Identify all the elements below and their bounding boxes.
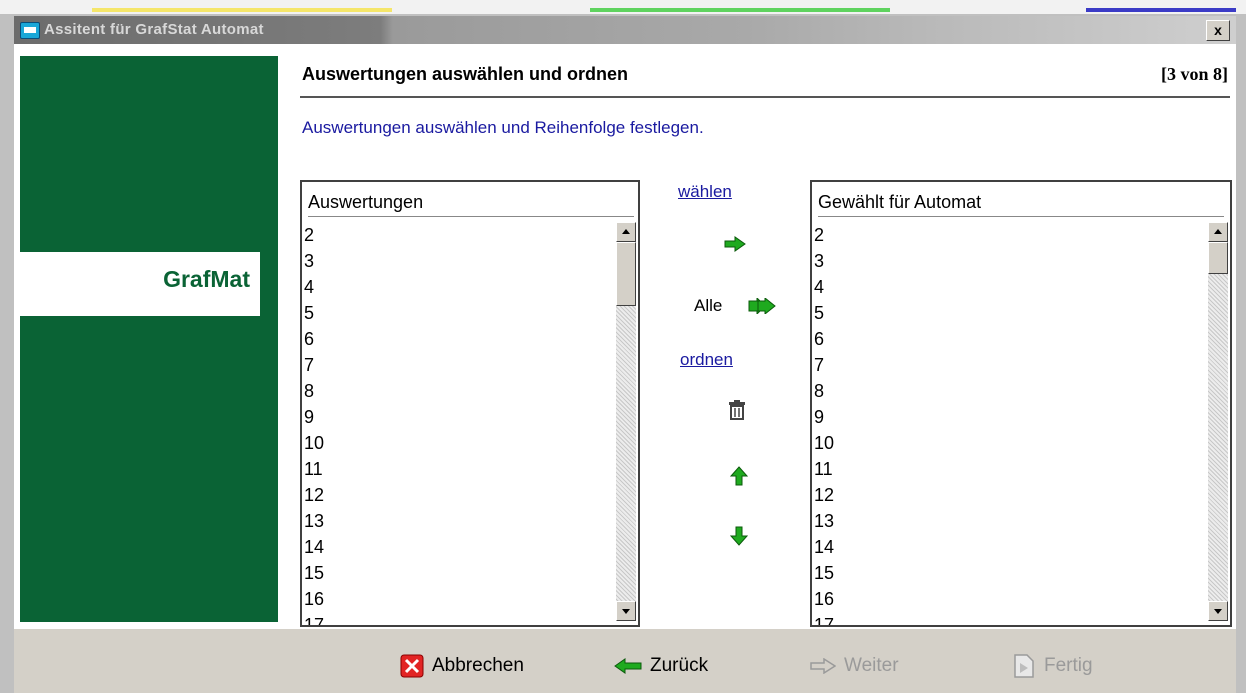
list-item[interactable]: 15	[304, 560, 614, 586]
scroll-thumb[interactable]	[1208, 242, 1228, 274]
desktop-strip-blue	[1086, 8, 1236, 12]
scroll-down-button[interactable]	[1208, 601, 1228, 621]
app-icon	[20, 22, 40, 39]
list-item[interactable]: 10	[814, 430, 1204, 456]
list-item[interactable]: 2	[814, 222, 1204, 248]
next-label: Weiter	[844, 655, 899, 676]
list-item[interactable]: 6	[304, 326, 614, 352]
list-item[interactable]: 17	[814, 612, 1204, 625]
finish-label: Fertig	[1044, 655, 1093, 676]
brand-label: GrafMat	[163, 266, 250, 292]
back-label: Zurück	[650, 655, 709, 676]
list-item[interactable]: 12	[304, 482, 614, 508]
cancel-button[interactable]: Abbrechen	[400, 653, 524, 679]
document-icon	[1014, 654, 1034, 678]
select-link[interactable]: wählen	[678, 182, 732, 202]
list-item[interactable]: 3	[814, 248, 1204, 274]
list-item[interactable]: 5	[304, 300, 614, 326]
list-item[interactable]: 2	[304, 222, 614, 248]
selected-list-items: 2 3 4 5 6 7 8 9 10 11 12 13 14 15 16 17	[814, 222, 1204, 625]
list-item[interactable]: 4	[814, 274, 1204, 300]
arrow-right-icon	[724, 236, 746, 252]
desktop-strip-green	[590, 8, 890, 12]
selected-list[interactable]: Gewählt für Automat 2 3 4 5 6 7 8 9 10 11 12 13 14 15…	[810, 180, 1232, 627]
cancel-label: Abbrechen	[432, 655, 524, 676]
list-item[interactable]: 4	[304, 274, 614, 300]
list-item[interactable]: 16	[814, 586, 1204, 612]
scroll-up-button[interactable]	[1208, 222, 1228, 242]
add-selected-button[interactable]	[724, 236, 746, 257]
back-button[interactable]: Zurück	[614, 653, 708, 679]
close-button[interactable]: x	[1206, 20, 1230, 41]
step-counter: [3 von 8]	[1161, 64, 1228, 84]
next-button[interactable]: Weiter	[810, 653, 899, 679]
sidebar-panel: GrafMat	[20, 56, 278, 622]
list-item[interactable]: 8	[304, 378, 614, 404]
list-item[interactable]: 8	[814, 378, 1204, 404]
list-item[interactable]: 10	[304, 430, 614, 456]
list-item[interactable]: 17	[304, 612, 614, 625]
list-item[interactable]: 13	[814, 508, 1204, 534]
available-list-header: Auswertungen	[308, 188, 634, 217]
order-link[interactable]: ordnen	[680, 350, 733, 370]
footer-bar: Abbrechen Zurück Weiter Fertig	[14, 628, 1236, 693]
double-arrow-right-icon	[748, 296, 776, 316]
list-item[interactable]: 3	[304, 248, 614, 274]
move-up-button[interactable]	[729, 466, 749, 491]
list-item[interactable]: 13	[304, 508, 614, 534]
list-item[interactable]: 14	[304, 534, 614, 560]
brand-box: GrafMat	[20, 252, 260, 316]
list-item[interactable]: 15	[814, 560, 1204, 586]
scroll-thumb[interactable]	[616, 242, 636, 306]
list-item[interactable]: 12	[814, 482, 1204, 508]
list-item[interactable]: 6	[814, 326, 1204, 352]
list-item[interactable]: 7	[814, 352, 1204, 378]
available-list[interactable]: Auswertungen 2 3 4 5 6 7 8 9 10 11 12 13 14 15 16 17	[300, 180, 640, 627]
list-item[interactable]: 16	[304, 586, 614, 612]
desktop-strip-yellow	[92, 8, 392, 12]
scroll-down-button[interactable]	[616, 601, 636, 621]
arrow-right-outline-icon	[810, 658, 836, 674]
arrow-left-icon	[614, 658, 642, 674]
delete-button[interactable]	[728, 400, 746, 425]
available-list-header-label: Auswertungen	[308, 192, 424, 212]
selected-list-header: Gewählt für Automat	[818, 188, 1224, 217]
arrow-down-icon	[729, 526, 749, 546]
step-subtitle: Auswertungen auswählen und Reihenfolge f…	[302, 118, 704, 137]
header-divider	[300, 96, 1230, 98]
middle-controls: wählen Alle ordnen	[654, 180, 794, 620]
list-item[interactable]: 5	[814, 300, 1204, 326]
list-item[interactable]: 11	[814, 456, 1204, 482]
list-item[interactable]: 9	[304, 404, 614, 430]
desktop-strip	[0, 0, 1246, 14]
move-down-button[interactable]	[729, 526, 749, 551]
available-list-scrollbar[interactable]	[616, 222, 636, 621]
add-all-button[interactable]	[748, 296, 776, 319]
window-title: Assitent für GrafStat Automat	[44, 21, 264, 38]
list-item[interactable]: 7	[304, 352, 614, 378]
finish-button[interactable]: Fertig	[1012, 653, 1093, 679]
list-item[interactable]: 14	[814, 534, 1204, 560]
add-all-label: Alle	[694, 296, 723, 315]
available-list-items: 2 3 4 5 6 7 8 9 10 11 12 13 14 15 16 17	[304, 222, 614, 625]
wizard-client-area: GrafMat Auswertungen auswählen und ordne…	[14, 44, 1236, 628]
list-item[interactable]: 9	[814, 404, 1204, 430]
scroll-up-button[interactable]	[616, 222, 636, 242]
selected-list-header-label: Gewählt für Automat	[818, 192, 982, 212]
step-title: Auswertungen auswählen und ordnen	[302, 64, 629, 84]
list-item[interactable]: 11	[304, 456, 614, 482]
selected-list-scrollbar[interactable]	[1208, 222, 1228, 621]
cancel-x-icon	[400, 654, 424, 678]
arrow-up-icon	[729, 466, 749, 486]
title-bar[interactable]: Assitent für GrafStat Automat x	[14, 16, 1236, 44]
trash-icon	[729, 400, 745, 420]
